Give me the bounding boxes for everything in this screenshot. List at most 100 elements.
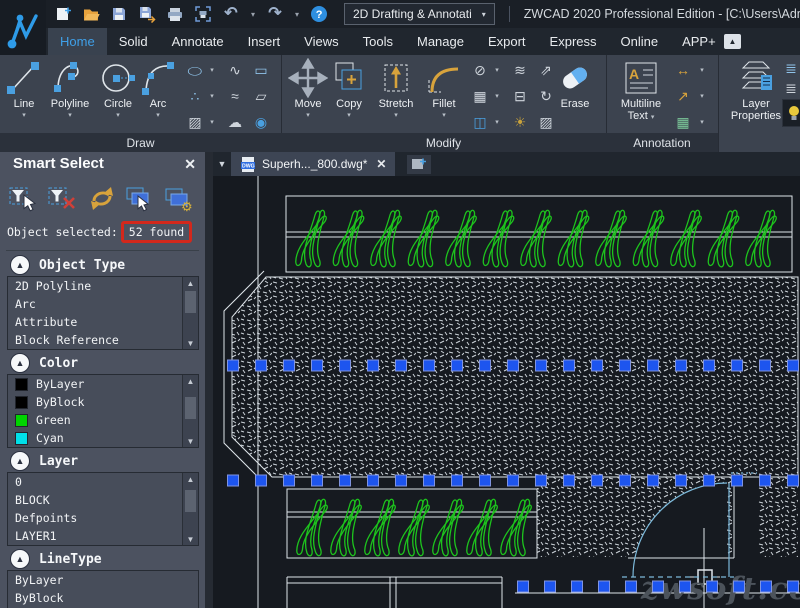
workspace-selector[interactable]: 2D Drafting & Annotati ▾ bbox=[344, 3, 495, 25]
layer-properties-button[interactable]: Layer Properties bbox=[726, 58, 786, 122]
copy-array-dropdown[interactable]: ▾ bbox=[491, 111, 503, 133]
drawing-canvas[interactable]: zwsoft.com bbox=[213, 176, 800, 608]
select-filter-button[interactable] bbox=[6, 184, 41, 213]
dimension-dropdown[interactable]: ▾ bbox=[696, 59, 708, 81]
ribbon-tab[interactable]: Insert bbox=[236, 28, 293, 55]
scrollbar-thumb[interactable] bbox=[185, 397, 196, 419]
layer-match-button[interactable]: ≣ bbox=[782, 77, 800, 99]
align-button[interactable]: ⊟ bbox=[509, 85, 531, 107]
fillet-button[interactable]: Fillet▾ bbox=[423, 58, 465, 119]
leader-dropdown[interactable]: ▾ bbox=[696, 85, 708, 107]
list-item[interactable]: 2D Polyline bbox=[8, 277, 198, 295]
point-dropdown[interactable]: ▾ bbox=[206, 85, 218, 107]
close-icon[interactable]: ✕ bbox=[376, 157, 386, 171]
array-dropdown[interactable]: ▾ bbox=[491, 85, 503, 107]
section-header-object-type[interactable]: ▲ Object Type bbox=[10, 254, 125, 276]
chevron-down-icon[interactable]: ▼ bbox=[183, 533, 198, 545]
trim-dropdown[interactable]: ▾ bbox=[491, 59, 503, 81]
ellipse-button[interactable]: ◯ bbox=[184, 59, 206, 81]
list-item[interactable]: 0 bbox=[8, 473, 198, 491]
collapse-icon[interactable]: ▲ bbox=[10, 353, 30, 373]
scrollbar-thumb[interactable] bbox=[185, 291, 196, 313]
new-file-button[interactable] bbox=[52, 3, 74, 25]
panel-label-modify[interactable]: Modify bbox=[281, 133, 606, 152]
donut-button[interactable]: ◉ bbox=[250, 111, 272, 133]
ribbon-tab[interactable]: Export bbox=[476, 28, 538, 55]
save-button[interactable] bbox=[108, 3, 130, 25]
scrollbar[interactable]: ▲▼ bbox=[182, 375, 198, 447]
ribbon-tab[interactable]: Online bbox=[609, 28, 671, 55]
clear-filter-button[interactable] bbox=[45, 184, 80, 213]
copy-button[interactable]: Copy▾ bbox=[330, 58, 368, 119]
hatch-dropdown[interactable]: ▾ bbox=[206, 111, 218, 133]
list-item[interactable]: Arc bbox=[8, 295, 198, 313]
ribbon-tab[interactable]: APP+ bbox=[670, 28, 728, 55]
section-header-linetype[interactable]: ▲ LineType bbox=[10, 548, 102, 570]
line-button[interactable]: Line▾ bbox=[6, 58, 42, 119]
ribbon-tab[interactable]: Express bbox=[538, 28, 609, 55]
ribbon-collapse-button[interactable]: ▲ bbox=[724, 34, 741, 49]
help-button[interactable]: ? bbox=[308, 3, 330, 25]
panel-edge[interactable] bbox=[205, 152, 213, 608]
scrollbar[interactable]: ▲▼ bbox=[182, 473, 198, 545]
collapse-icon[interactable]: ▲ bbox=[10, 451, 30, 471]
new-tab-button[interactable] bbox=[407, 155, 431, 174]
revision-cloud-button[interactable]: ☁ bbox=[224, 111, 246, 133]
chevron-up-icon[interactable]: ▲ bbox=[183, 277, 198, 289]
panel-label-annotation[interactable]: Annotation bbox=[606, 133, 718, 152]
plot-preview-button[interactable] bbox=[192, 3, 214, 25]
list-item[interactable]: Attribute bbox=[8, 313, 198, 331]
print-button[interactable] bbox=[164, 3, 186, 25]
explode-button[interactable]: ☀ bbox=[509, 111, 531, 133]
close-icon[interactable]: ✕ bbox=[184, 156, 196, 173]
list-item[interactable]: BLOCK bbox=[8, 491, 198, 509]
table-button[interactable]: ▦ bbox=[672, 111, 694, 133]
list-item[interactable]: Block Reference bbox=[8, 331, 198, 349]
spline-button[interactable]: ∿ bbox=[224, 59, 246, 81]
array-button[interactable]: ▦ bbox=[469, 85, 491, 107]
undo-dropdown[interactable]: ▾ bbox=[248, 10, 258, 19]
list-item[interactable]: LAYER1 bbox=[8, 527, 198, 545]
list-item[interactable]: ByBlock bbox=[8, 589, 198, 607]
spline-fit-button[interactable]: ≈ bbox=[224, 85, 246, 107]
offset-button[interactable]: ≋ bbox=[509, 59, 531, 81]
list-item[interactable]: Cyan bbox=[8, 429, 198, 447]
ribbon-tab[interactable]: Solid bbox=[107, 28, 160, 55]
list-item[interactable]: ByLayer bbox=[8, 571, 198, 589]
filter-settings-button[interactable]: ⚙ bbox=[162, 184, 197, 213]
layer-state-button[interactable]: ≣ bbox=[782, 57, 800, 79]
ribbon-tab[interactable]: Views bbox=[292, 28, 350, 55]
rectangle-button[interactable]: ▭ bbox=[250, 59, 272, 81]
list-item[interactable]: Green bbox=[8, 411, 198, 429]
app-logo[interactable] bbox=[0, 0, 46, 55]
scrollbar[interactable]: ▲▼ bbox=[182, 277, 198, 349]
collapse-icon[interactable]: ▲ bbox=[10, 549, 30, 569]
open-file-button[interactable] bbox=[80, 3, 102, 25]
chevron-down-icon[interactable]: ▼ bbox=[183, 435, 198, 447]
chevron-down-icon[interactable]: ▼ bbox=[183, 337, 198, 349]
chevron-up-icon[interactable]: ▲ bbox=[183, 473, 198, 485]
chevron-up-icon[interactable]: ▲ bbox=[183, 375, 198, 387]
table-dropdown[interactable]: ▾ bbox=[696, 111, 708, 133]
list-item[interactable]: Defpoints bbox=[8, 509, 198, 527]
multiline-text-button[interactable]: A Multiline Text ▾ bbox=[612, 58, 670, 124]
dimension-button[interactable]: ↔ bbox=[672, 59, 694, 81]
arc-button[interactable]: Arc▾ bbox=[140, 58, 176, 119]
scrollbar-thumb[interactable] bbox=[185, 490, 196, 512]
collapse-icon[interactable]: ▲ bbox=[10, 255, 30, 275]
list-item[interactable]: ByBlock bbox=[8, 393, 198, 411]
polyline-button[interactable]: Polyline▾ bbox=[46, 58, 94, 119]
redo-button[interactable]: ↷ bbox=[264, 3, 286, 25]
point-button[interactable]: ∴ bbox=[184, 85, 206, 107]
section-header-layer[interactable]: ▲ Layer bbox=[10, 450, 78, 472]
hatch-button[interactable]: ▨ bbox=[184, 111, 206, 133]
copy-array-button[interactable]: ◫ bbox=[469, 111, 491, 133]
layer-on-off-button[interactable] bbox=[782, 99, 800, 127]
panel-label-draw[interactable]: Draw bbox=[0, 133, 281, 152]
ellipse-dropdown[interactable]: ▾ bbox=[206, 59, 218, 81]
move-button[interactable]: Move▾ bbox=[290, 58, 326, 119]
ribbon-tab[interactable]: Annotate bbox=[160, 28, 236, 55]
ribbon-tab[interactable]: Manage bbox=[405, 28, 476, 55]
refresh-button[interactable] bbox=[84, 184, 119, 213]
circle-button[interactable]: Circle▾ bbox=[98, 58, 138, 119]
